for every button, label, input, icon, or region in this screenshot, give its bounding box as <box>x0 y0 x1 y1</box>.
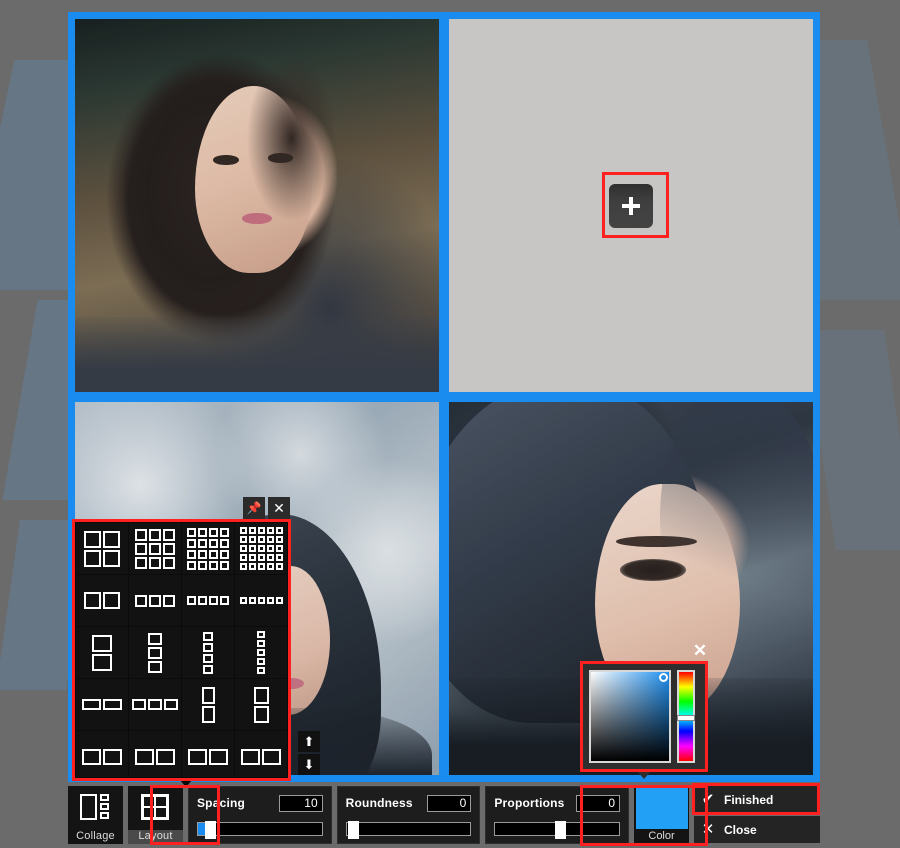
pin-icon[interactable]: 📌 <box>243 497 265 519</box>
add-image-button[interactable] <box>609 183 653 228</box>
color-button-label: Color <box>648 830 675 842</box>
layout-template-thumb <box>239 597 283 604</box>
layout-template-partial-a[interactable] <box>76 731 128 777</box>
close-icon: ✕ <box>701 821 715 838</box>
roundness-slider-thumb[interactable] <box>347 821 359 839</box>
color-swatch[interactable] <box>635 787 688 829</box>
layout-template-rows-4[interactable] <box>182 627 234 678</box>
layout-template-thumb <box>135 594 175 607</box>
spacing-value[interactable]: 10 <box>278 794 323 812</box>
hue-slider-thumb[interactable] <box>677 714 695 721</box>
layout-template-thumb <box>135 748 175 765</box>
layout-template-grid-3x3[interactable] <box>129 523 181 574</box>
proportions-label: Proportions <box>494 796 565 810</box>
layout-popup-header: 📌 ✕ <box>243 497 290 519</box>
layout-template-rows-5[interactable] <box>235 627 287 678</box>
scroll-down-icon[interactable]: ⬇ <box>298 754 320 775</box>
layout-template-thumb <box>148 632 162 673</box>
spacing-slider-panel[interactable]: Spacing 10 <box>187 786 332 844</box>
layout-template-wide-cols-2[interactable] <box>76 679 128 730</box>
layout-template-partial-d[interactable] <box>235 731 287 777</box>
color-picker-popup[interactable] <box>582 663 706 770</box>
layout-template-grid-2x2[interactable] <box>76 523 128 574</box>
sv-cursor[interactable] <box>659 673 668 682</box>
roundness-label: Roundness <box>345 796 413 810</box>
layout-template-thumb <box>241 748 281 765</box>
layout-template-cols-4[interactable] <box>182 575 234 626</box>
layout-template-thumb <box>82 699 122 710</box>
layout-template-thumb <box>253 686 269 723</box>
layout-template-cols-5[interactable] <box>235 575 287 626</box>
layout-button[interactable]: Layout <box>127 786 183 844</box>
close-button[interactable]: ✕ Close <box>694 816 821 843</box>
spacing-slider-thumb[interactable] <box>204 821 216 839</box>
bottom-toolbar[interactable]: Collage Layout Spacing 10 Roundness 0 Pr… <box>68 786 821 844</box>
photo-detail <box>213 155 239 165</box>
layout-template-grid-4x4[interactable] <box>182 523 234 574</box>
close-icon[interactable]: ✕ <box>268 497 290 519</box>
layout-scroll-arrows[interactable]: ⬆ ⬇ <box>298 731 320 775</box>
action-buttons[interactable]: ✔ Finished ✕ Close <box>694 786 821 844</box>
layout-template-thumb <box>84 592 120 609</box>
layout-template-partial-b[interactable] <box>129 731 181 777</box>
photo-detail <box>75 317 439 392</box>
layout-template-thumb <box>257 631 265 674</box>
collage-button-label: Collage <box>76 830 115 842</box>
finished-label: Finished <box>724 792 774 807</box>
layout-template-tall-rows-2[interactable] <box>182 679 234 730</box>
layout-template-thumb <box>132 699 178 710</box>
proportions-slider-panel[interactable]: Proportions 0 <box>485 786 630 844</box>
plus-icon <box>622 196 640 215</box>
check-icon: ✔ <box>701 791 715 808</box>
layout-button-label: Layout <box>127 830 183 844</box>
layout-template-thumb <box>201 686 215 723</box>
color-button[interactable]: Color <box>634 786 690 844</box>
scroll-up-icon[interactable]: ⬆ <box>298 731 320 752</box>
layout-template-thumb <box>239 527 283 570</box>
color-popup-close-icon[interactable]: ✕ <box>690 641 710 661</box>
photo-detail <box>660 402 813 649</box>
roundness-slider-panel[interactable]: Roundness 0 <box>336 786 481 844</box>
layout-popup-pointer <box>179 779 193 787</box>
spacing-label: Spacing <box>196 796 246 810</box>
layout-template-cols-3[interactable] <box>129 575 181 626</box>
layout-template-thumb <box>84 530 120 567</box>
finished-button[interactable]: ✔ Finished <box>694 786 821 813</box>
spacing-slider-track[interactable] <box>196 821 323 839</box>
proportions-value[interactable]: 0 <box>576 794 621 812</box>
layout-template-thumb <box>187 527 229 570</box>
layout-template-rows-2[interactable] <box>76 627 128 678</box>
layout-template-partial-c[interactable] <box>182 731 234 777</box>
saturation-value-area[interactable] <box>589 670 671 763</box>
layout-grid-icon <box>141 794 170 820</box>
roundness-slider-track[interactable] <box>345 821 472 839</box>
layout-template-grid[interactable] <box>76 523 287 777</box>
roundness-value[interactable]: 0 <box>427 794 472 812</box>
layout-template-thumb <box>188 748 228 765</box>
layout-template-thumb <box>203 631 213 674</box>
layout-template-tall-rows-2b[interactable] <box>235 679 287 730</box>
collage-cell-2-empty[interactable] <box>449 19 813 392</box>
collage-cell-1[interactable] <box>75 19 439 392</box>
layout-template-wide-cols-3[interactable] <box>129 679 181 730</box>
layout-template-rows-3[interactable] <box>129 627 181 678</box>
proportions-slider-thumb[interactable] <box>555 821 567 839</box>
close-label: Close <box>724 822 757 837</box>
layout-template-cols-2[interactable] <box>76 575 128 626</box>
layout-template-grid-5x5[interactable] <box>235 523 287 574</box>
color-popup-pointer <box>636 770 652 779</box>
proportions-slider-track[interactable] <box>494 821 621 839</box>
layout-template-thumb <box>92 634 112 671</box>
collage-icon <box>80 794 110 820</box>
layout-template-thumb <box>82 748 122 765</box>
collage-button[interactable]: Collage <box>68 786 123 844</box>
hue-slider[interactable] <box>677 670 695 763</box>
layout-template-thumb <box>135 528 175 569</box>
layout-template-popup[interactable] <box>74 521 289 779</box>
layout-template-thumb <box>187 596 229 605</box>
